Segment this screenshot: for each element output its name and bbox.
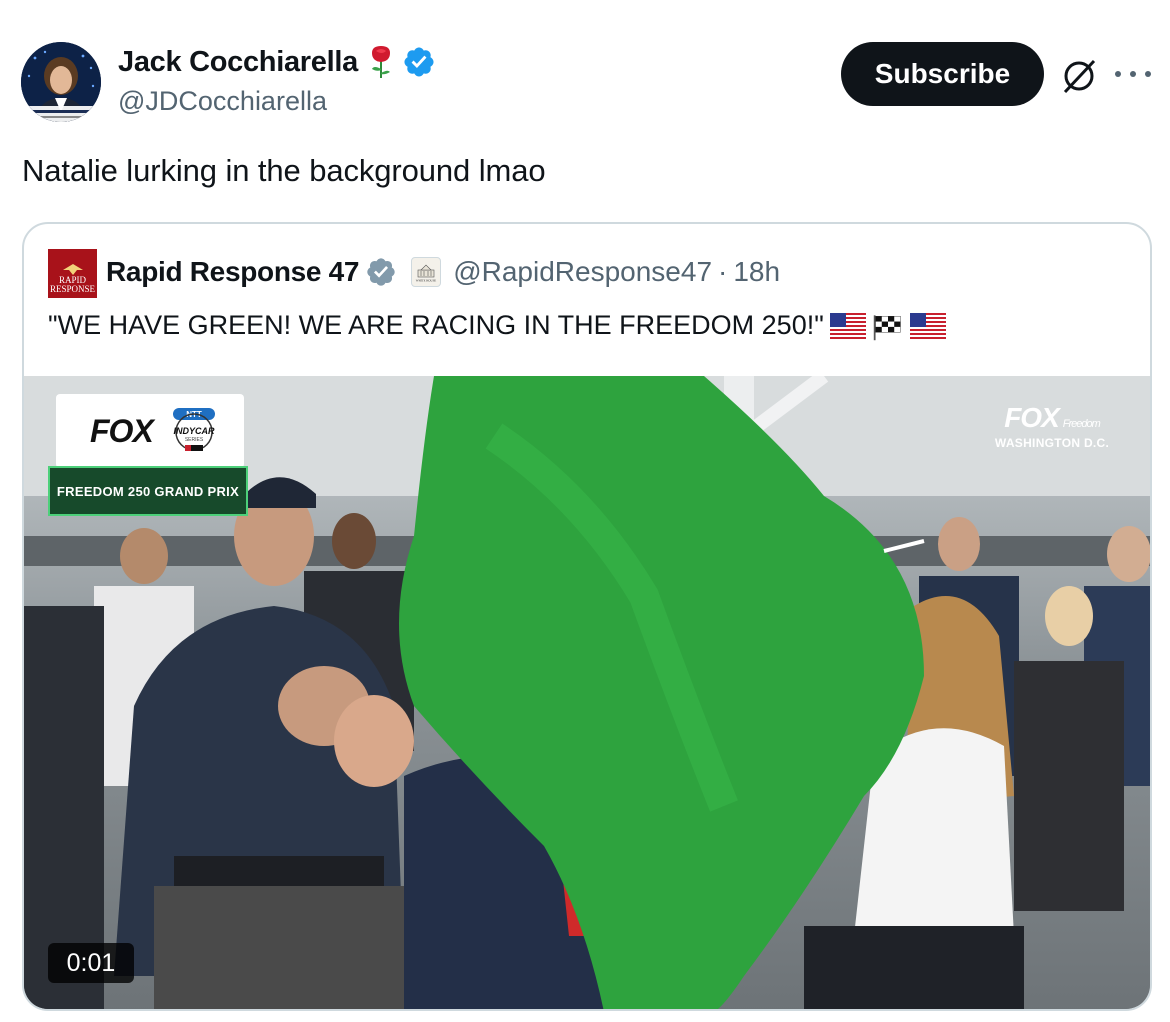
verified-gray-badge-icon[interactable]	[365, 256, 397, 288]
quoted-name-row: Rapid Response 47 WHITE HOUSE @RapidResp…	[106, 254, 780, 290]
dot-separator: ·	[718, 256, 728, 287]
more-icon[interactable]	[1115, 60, 1151, 88]
subscribe-button[interactable]: Subscribe	[841, 42, 1044, 106]
rose-icon	[371, 46, 390, 78]
video-player[interactable]: FOX NTT INDYCAR SERIES FREEDOM 250 GRAND…	[24, 376, 1150, 1009]
us-flag-icon	[909, 312, 946, 339]
fox-indycar-bug: FOX NTT INDYCAR SERIES	[56, 394, 244, 468]
author-handle[interactable]: @JDCocchiarella	[118, 86, 327, 117]
indycar-logo: NTT INDYCAR SERIES	[172, 408, 215, 451]
eagle-icon	[62, 264, 83, 275]
fox-logo-right: FOX	[1004, 402, 1060, 433]
author-avatar[interactable]	[21, 42, 101, 122]
author-name-row: Jack Cocchiarella	[118, 44, 436, 80]
event-banner: FREEDOM 250 GRAND PRIX	[48, 466, 248, 516]
event-name: FREEDOM 250 GRAND PRIX	[56, 483, 240, 499]
checkered-flag-icon	[873, 314, 901, 340]
us-flag-icon	[829, 312, 866, 339]
quoted-timestamp[interactable]: 18h	[733, 256, 780, 288]
quoted-avatar[interactable]: RAPID RESPONSE	[48, 249, 97, 298]
fox-dc-bug: FOX Freedom WASHINGTON D.C.	[982, 402, 1122, 450]
tweet-text: Natalie lurking in the background lmao	[22, 153, 546, 188]
quoted-tweet[interactable]: RAPID RESPONSE Rapid Response 47 WHITE H…	[22, 222, 1152, 1011]
video-timecode: 0:01	[48, 943, 134, 983]
grok-icon[interactable]	[1059, 56, 1099, 96]
quoted-handle[interactable]: @RapidResponse47	[453, 256, 712, 288]
fox-logo: FOX	[90, 412, 154, 449]
location-label: WASHINGTON D.C.	[994, 436, 1110, 450]
series-label: SERIES	[185, 437, 204, 443]
white-house-emblem: WHITE HOUSE	[416, 264, 437, 283]
indycar-label: INDYCAR	[173, 426, 215, 436]
quoted-name[interactable]: Rapid Response 47	[106, 256, 360, 288]
verified-badge-icon[interactable]	[402, 45, 436, 79]
quoted-text: "WE HAVE GREEN! WE ARE RACING IN THE FRE…	[48, 310, 824, 340]
white-house-icon[interactable]: WHITE HOUSE	[411, 257, 442, 287]
author-name[interactable]: Jack Cocchiarella	[118, 46, 358, 79]
white-house-text: WHITE HOUSE	[416, 279, 437, 283]
quoted-text-row: "WE HAVE GREEN! WE ARE RACING IN THE FRE…	[48, 310, 946, 341]
freedom-tag: Freedom	[1062, 418, 1101, 430]
